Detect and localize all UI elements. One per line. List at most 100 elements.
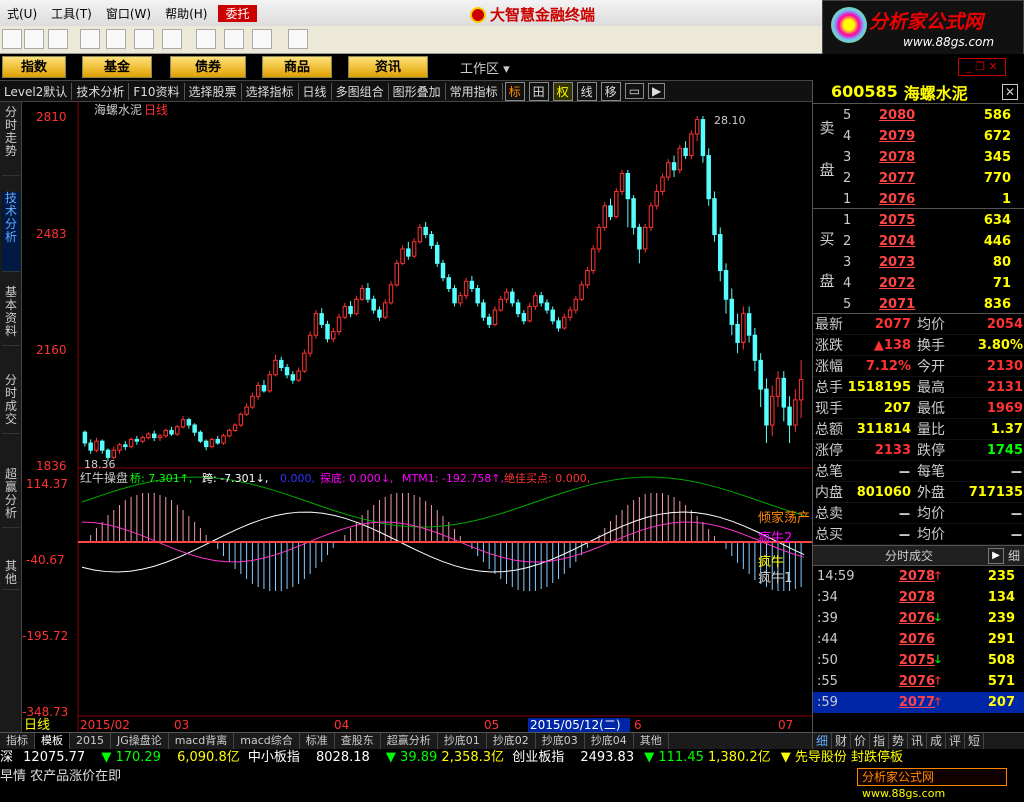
candle: [227, 429, 232, 437]
candle: [94, 440, 99, 451]
ctrl-move-button[interactable]: 移: [600, 81, 621, 101]
trade-row[interactable]: :50 2075 🡓 508: [813, 650, 1024, 671]
panel-tab-3[interactable]: 指: [870, 733, 889, 749]
window-icon[interactable]: [224, 29, 244, 49]
info-icon[interactable]: [162, 29, 182, 49]
books-icon[interactable]: [252, 29, 272, 49]
chart-area[interactable]: 2810 2483 2160 1836 114.37 -40.67 -195.7…: [22, 102, 812, 732]
news-text[interactable]: 早情 农产品涨价在即: [0, 769, 121, 784]
formula-tab-8[interactable]: 超赢分析: [381, 733, 438, 749]
panel-tab-0[interactable]: 细: [813, 733, 832, 749]
menu-item-help[interactable]: 帮助(H): [158, 5, 214, 22]
nav-fund-button[interactable]: 基金: [82, 56, 152, 78]
candle: [105, 449, 111, 458]
trade-row[interactable]: :34 2078 134: [813, 587, 1024, 608]
formula-tab-5[interactable]: macd综合: [234, 733, 300, 749]
trade-row[interactable]: :39 2076 🡓 239: [813, 608, 1024, 629]
buy-row[interactable]: 5 2071 836: [841, 294, 1019, 315]
ctrl-overlay[interactable]: 图形叠加: [389, 82, 446, 100]
formula-tab-1[interactable]: 模板: [35, 733, 70, 749]
vtab-trades[interactable]: 分时成交: [2, 374, 20, 434]
vtab-super[interactable]: 超赢分析: [2, 468, 20, 528]
stat-row: 现手 207 最低 1969: [813, 398, 1024, 419]
sell-row[interactable]: 2 2077 770: [841, 168, 1019, 189]
panel-tab-6[interactable]: 成: [927, 733, 946, 749]
alert-icon[interactable]: [80, 29, 100, 49]
vtab-other[interactable]: 其他: [2, 560, 20, 590]
formula-tab-11[interactable]: 抄底03: [536, 733, 585, 749]
trade-row[interactable]: :44 2076 291: [813, 629, 1024, 650]
detail-button[interactable]: 细: [1008, 547, 1020, 564]
formula-tab-9[interactable]: 抄底01: [438, 733, 487, 749]
formula-tab-7[interactable]: 查股东: [335, 733, 381, 749]
ctrl-period[interactable]: 日线: [299, 82, 332, 100]
workzone-dropdown[interactable]: 工作区 ▾: [460, 58, 510, 77]
nav-bond-button[interactable]: 债券: [170, 56, 246, 78]
sell-row[interactable]: 3 2078 345: [841, 147, 1019, 168]
ctrl-rights-button[interactable]: 权: [552, 81, 573, 101]
binoculars-icon[interactable]: [24, 29, 44, 49]
menu-item-tools[interactable]: 工具(T): [44, 5, 99, 22]
ctrl-window-icon[interactable]: ▭: [624, 83, 645, 99]
weituo-button[interactable]: 委托: [218, 4, 257, 22]
bookmark-icon[interactable]: [48, 29, 68, 49]
play-icon[interactable]: ▶: [987, 547, 1004, 564]
ctrl-line-button[interactable]: 线: [576, 81, 597, 101]
nav-news-button[interactable]: 资讯: [348, 56, 428, 78]
panel-tab-4[interactable]: 势: [889, 733, 908, 749]
candle: [619, 172, 625, 192]
nav-index-button[interactable]: 指数: [2, 56, 66, 78]
ctrl-tech[interactable]: 技术分析: [72, 82, 130, 100]
ctrl-f10[interactable]: F10资料: [129, 82, 185, 100]
menu-item-window[interactable]: 窗口(W): [99, 5, 158, 22]
ctrl-play-icon[interactable]: ▶: [648, 83, 666, 99]
ctrl-select-stock[interactable]: 选择股票: [185, 82, 242, 100]
ctrl-level2[interactable]: Level2默认: [0, 82, 73, 100]
buy-row[interactable]: 1 2075 634: [841, 210, 1019, 231]
panel-tab-1[interactable]: 财: [832, 733, 851, 749]
ctrl-common-indicator[interactable]: 常用指标: [446, 82, 503, 100]
buy-row[interactable]: 2 2074 446: [841, 231, 1019, 252]
date-label-0: 2015/02: [80, 718, 130, 732]
menu-item-style[interactable]: 式(U): [0, 5, 44, 22]
formula-tab-4[interactable]: macd背离: [169, 733, 235, 749]
ctrl-grid-button[interactable]: 田: [528, 81, 549, 101]
ind-tick-1: -40.67: [26, 553, 65, 567]
grid-icon[interactable]: [2, 29, 22, 49]
sell-row[interactable]: 4 2079 672: [841, 126, 1019, 147]
panel-tab-7[interactable]: 评: [946, 733, 965, 749]
panel-tab-8[interactable]: 短: [965, 733, 984, 749]
trade-row[interactable]: 14:59 2078 🡑 235: [813, 566, 1024, 587]
panel-tab-2[interactable]: 价: [851, 733, 870, 749]
window-controls[interactable]: _ ❐ ✕: [958, 58, 1006, 76]
diamond-icon[interactable]: [106, 29, 126, 49]
ctrl-select-indicator[interactable]: 选择指标: [242, 82, 299, 100]
sell-row[interactable]: 1 2076 1: [841, 189, 1019, 210]
close-icon[interactable]: ✕: [1002, 83, 1018, 100]
trade-row[interactable]: :59 2077 🡑 207: [813, 692, 1024, 713]
vtab-fundamental[interactable]: 基本资料: [2, 286, 20, 346]
print-icon[interactable]: [196, 29, 216, 49]
sell-row[interactable]: 5 2080 586: [841, 105, 1019, 126]
nav-commodity-button[interactable]: 商品: [262, 56, 332, 78]
trade-row[interactable]: :55 2076 🡑 571: [813, 671, 1024, 692]
buy-row[interactable]: 4 2072 71: [841, 273, 1019, 294]
formula-tab-3[interactable]: JG操盘论: [111, 733, 169, 749]
help-pointer-icon[interactable]: [288, 29, 308, 49]
formula-tab-0[interactable]: 指标: [0, 733, 35, 749]
vtab-technical[interactable]: 技术分析: [2, 192, 20, 272]
candle: [798, 378, 804, 401]
panel-tab-5[interactable]: 讯: [908, 733, 927, 749]
formula-tab-10[interactable]: 抄底02: [487, 733, 536, 749]
vtab-intraday[interactable]: 分时走势: [2, 106, 20, 176]
level2-icon[interactable]: [134, 29, 154, 49]
buy-row[interactable]: 3 2073 80: [841, 252, 1019, 273]
formula-tab-12[interactable]: 抄底04: [585, 733, 634, 749]
formula-tab-13[interactable]: 其他: [634, 733, 669, 749]
stat-label-2: 均价: [917, 527, 945, 543]
candle: [694, 119, 700, 135]
ctrl-multi-chart[interactable]: 多图组合: [332, 82, 389, 100]
formula-tab-6[interactable]: 标准: [300, 733, 335, 749]
formula-tab-2[interactable]: 2015: [70, 733, 111, 749]
ctrl-mark-button[interactable]: 标: [504, 81, 525, 101]
